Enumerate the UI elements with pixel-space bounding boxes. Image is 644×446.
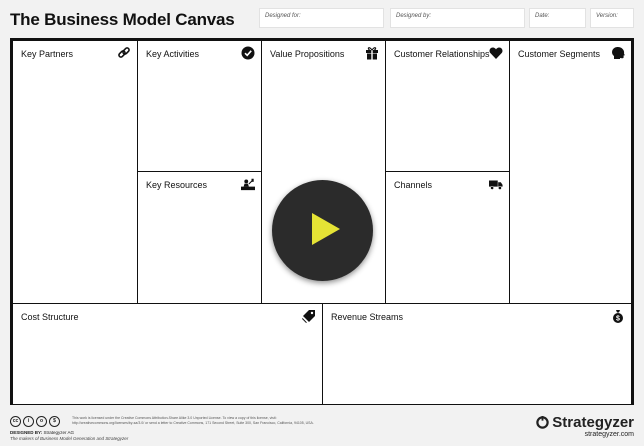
version-field[interactable]: Version: [590,8,634,28]
money-bag-icon: $ [611,309,625,323]
strategyzer-logo-icon [536,416,550,429]
block-cost-structure[interactable]: Cost Structure [12,303,323,405]
check-circle-icon [241,46,255,60]
cc-icon: cc [10,416,21,427]
non-commercial-icon: $ [49,416,60,427]
heart-icon [489,46,503,60]
play-video-button[interactable] [272,180,373,281]
channels-label: Channels [394,180,433,190]
designed-by-field[interactable]: Designed by: [390,8,525,28]
block-customer-segments[interactable]: Customer Segments [509,40,632,304]
price-tag-icon [302,309,316,323]
head-icon [611,46,625,60]
block-customer-relationships[interactable]: Customer Relationships [385,40,510,172]
svg-text:$: $ [616,315,620,322]
customer-relationships-label: Customer Relationships [394,49,490,59]
gift-icon [365,46,379,60]
block-revenue-streams[interactable]: Revenue Streams $ [322,303,632,405]
value-propositions-label: Value Propositions [270,49,345,59]
share-alike-icon: o [36,416,47,427]
designed-for-field[interactable]: Designed for: [259,8,384,28]
block-key-activities[interactable]: Key Activities [137,40,262,172]
revenue-streams-label: Revenue Streams [331,312,404,322]
block-key-resources[interactable]: Key Resources [137,171,262,304]
creative-commons-icons: cc i o $ [10,416,60,427]
date-field[interactable]: Date: [529,8,586,28]
worker-icon [241,177,255,191]
brand-name: Strategyzer [552,414,634,431]
makers-subtitle: The makers of Business Model Generation … [10,436,129,441]
license-text: This work is licensed under the Creative… [72,416,314,425]
designed-by-name: Strategyzer AG [43,430,74,435]
link-icon [117,46,131,60]
strategyzer-logo[interactable]: Strategyzer [536,414,634,431]
customer-segments-label: Customer Segments [518,49,601,59]
attribution-icon: i [23,416,34,427]
cost-structure-label: Cost Structure [21,312,79,322]
block-key-partners[interactable]: Key Partners [12,40,138,304]
block-channels[interactable]: Channels [385,171,510,304]
key-partners-label: Key Partners [21,49,74,59]
key-resources-label: Key Resources [146,180,208,190]
canvas-title: The Business Model Canvas [10,10,235,29]
play-icon [312,213,340,245]
truck-icon [489,177,503,191]
key-activities-label: Key Activities [146,49,200,59]
designed-by-label: DESIGNED BY: [10,430,43,435]
brand-url[interactable]: strategyzer.com [585,431,634,438]
